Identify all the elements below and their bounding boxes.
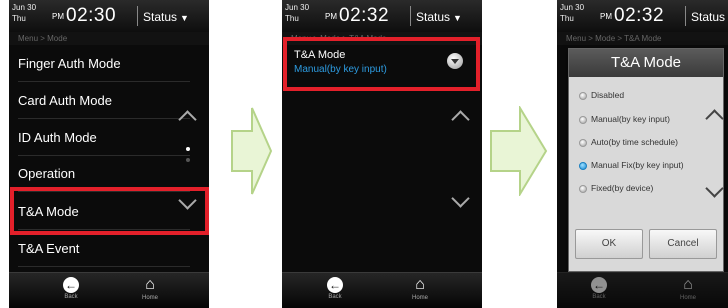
back-icon: ← [591, 277, 607, 293]
chevron-up-icon[interactable] [451, 110, 470, 129]
ok-button[interactable]: OK [575, 229, 643, 259]
breadcrumb: Menu > Mode > T&A Mode [557, 32, 728, 45]
ampm-indicator: PM [325, 12, 337, 21]
option-manual-fix-by-key-input[interactable]: Manual Fix(by key input) [579, 159, 684, 171]
menu-item-id-auth-mode[interactable]: ID Auth Mode [9, 119, 199, 156]
ampm-indicator: PM [600, 12, 612, 21]
back-label: Back [592, 294, 606, 300]
next-step-arrow [231, 107, 273, 195]
radio-icon [579, 91, 587, 100]
caret-down-icon: ▼ [180, 13, 189, 23]
breadcrumb: Menu > Mode [9, 32, 209, 45]
menu-item-ta-event[interactable]: T&A Event [9, 230, 199, 267]
home-label: Home [141, 295, 158, 301]
radio-icon [579, 184, 587, 193]
option-label: Manual Fix(by key input) [591, 160, 684, 170]
home-button[interactable]: ⌂ Home [130, 275, 170, 306]
option-label: Manual(by key input) [591, 114, 670, 124]
radio-icon [579, 138, 587, 147]
back-label: Back [328, 294, 342, 300]
radio-selected-icon [579, 161, 587, 170]
date-weekday: Thu [560, 14, 574, 23]
option-fixed-by-device[interactable]: Fixed(by device) [579, 182, 653, 194]
back-button[interactable]: ← Back [579, 275, 619, 306]
ampm-indicator: PM [52, 12, 64, 21]
date-day: Jun 30 [12, 3, 37, 12]
menu-item-finger-auth-mode[interactable]: Finger Auth Mode [9, 45, 199, 82]
status-label: Status [143, 10, 178, 24]
arrow-shape [490, 106, 548, 196]
status-dropdown[interactable]: Status▼ [416, 10, 462, 24]
back-button[interactable]: ← Back [51, 275, 91, 306]
chevron-down-icon[interactable] [451, 189, 470, 208]
home-icon: ⌂ [145, 276, 155, 293]
clock-time: 02:30 [66, 5, 117, 26]
date-day: Jun 30 [285, 3, 310, 12]
status-label: Status [691, 10, 726, 24]
back-label: Back [64, 294, 78, 300]
menu-item-card-auth-mode[interactable]: Card Auth Mode [9, 82, 199, 119]
next-step-arrow [490, 106, 548, 196]
status-bar: Jun 30 Thu PM 02:30 Status ▼ [9, 0, 209, 33]
home-icon: ⌂ [415, 276, 425, 293]
highlight-box-ta-mode-setting [283, 37, 480, 91]
status-dropdown[interactable]: Status▼ [691, 10, 728, 24]
option-manual-by-key-input[interactable]: Manual(by key input) [579, 113, 670, 125]
clock-time: 02:32 [339, 5, 390, 26]
status-separator [410, 6, 411, 26]
page-dot [186, 158, 190, 162]
bottom-nav-bar: ← Back ⌂ Home [557, 272, 728, 308]
highlight-box-ta-mode [10, 187, 209, 235]
status-separator [137, 6, 138, 26]
option-disabled[interactable]: Disabled [579, 89, 624, 101]
option-label: Disabled [591, 90, 625, 100]
bottom-nav-bar: ← Back ⌂ Home [282, 272, 482, 308]
caret-down-icon: ▼ [453, 13, 462, 23]
back-button[interactable]: ← Back [315, 275, 355, 306]
status-bar: Jun 30 Thu PM 02:32 Status▼ [557, 0, 728, 33]
date-weekday: Thu [285, 14, 299, 23]
bottom-nav-bar: ← Back ⌂ Home [9, 272, 209, 308]
option-auto-by-time-schedule[interactable]: Auto(by time schedule) [579, 136, 678, 148]
ta-mode-dialog: T&A Mode Disabled Manual(by key input) A… [568, 48, 724, 272]
back-icon: ← [327, 277, 343, 293]
screen-ta-mode-dialog: Jun 30 Thu PM 02:32 Status▼ Menu > Mode … [557, 0, 728, 308]
option-label: Fixed(by device) [591, 183, 654, 193]
dialog-title: T&A Mode [569, 49, 723, 77]
page-dot-active [186, 147, 190, 151]
status-label: Status [416, 10, 451, 24]
back-icon: ← [63, 277, 79, 293]
cancel-button[interactable]: Cancel [649, 229, 717, 259]
date-day: Jun 30 [560, 3, 585, 12]
home-button[interactable]: ⌂ Home [400, 275, 440, 306]
status-bar: Jun 30 Thu PM 02:32 Status▼ [282, 0, 482, 33]
home-button[interactable]: ⌂ Home [668, 275, 708, 306]
clock-time: 02:32 [614, 5, 665, 26]
arrow-shape [231, 107, 273, 195]
home-label: Home [411, 295, 428, 301]
status-separator [685, 6, 686, 26]
screen-mode-menu: Jun 30 Thu PM 02:30 Status ▼ Menu > Mode … [9, 0, 209, 308]
status-dropdown[interactable]: Status▼ [143, 10, 189, 24]
radio-icon [579, 115, 587, 124]
option-label: Auto(by time schedule) [591, 137, 678, 147]
date-weekday: Thu [12, 14, 26, 23]
home-icon: ⌂ [683, 276, 693, 293]
home-label: Home [679, 295, 696, 301]
